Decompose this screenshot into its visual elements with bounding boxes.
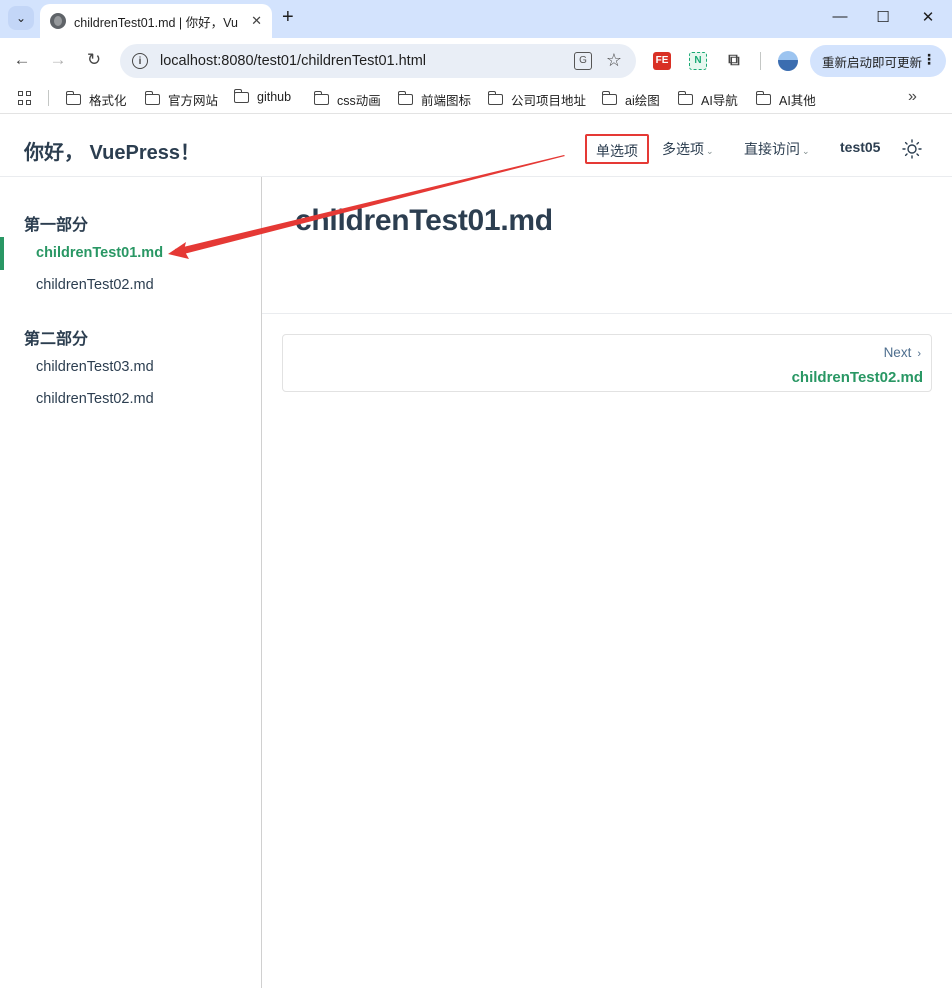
folder-icon (487, 91, 503, 105)
sidebar: 第一部分 childrenTest01.md childrenTest02.md… (0, 177, 262, 988)
bookmark-label: AI其他 (779, 94, 816, 108)
bookmark-item[interactable]: ai绘图 (601, 90, 660, 109)
n-extension-icon[interactable]: N (689, 52, 707, 70)
next-label-text: Next (883, 345, 912, 360)
bookmark-item[interactable]: css动画 (313, 90, 381, 109)
extensions-puzzle-icon[interactable]: ⧉ (725, 52, 743, 70)
theme-toggle-sun-icon[interactable] (902, 139, 922, 159)
nav-item-single[interactable]: 单选项 (585, 134, 649, 164)
site-name[interactable]: 你好， VuePress！ (24, 136, 200, 165)
globe-icon (50, 13, 66, 29)
sidebar-link[interactable]: childrenTest02.md (36, 277, 154, 293)
profile-avatar[interactable] (778, 51, 798, 71)
bookmark-label: css动画 (337, 94, 381, 108)
tab-title: childrenTest01.md | 你好，Vu (74, 15, 238, 30)
nav-item-label: 直接访问 (744, 141, 800, 157)
bookmark-item[interactable]: github (233, 88, 292, 104)
address-bar[interactable]: i localhost:8080/test01/childrenTest01.h… (120, 44, 636, 78)
bookmark-label: 格式化 (89, 94, 127, 108)
bookmarks-divider (48, 90, 49, 106)
sidebar-active-indicator (0, 237, 4, 270)
bookmark-label: 官方网站 (168, 94, 219, 108)
bookmark-item[interactable]: 前端图标 (397, 90, 472, 109)
content-divider (262, 313, 952, 314)
site-info-icon[interactable]: i (132, 53, 148, 69)
sidebar-link-active[interactable]: childrenTest01.md (36, 245, 163, 261)
folder-icon (313, 91, 329, 105)
sidebar-group-title[interactable]: 第二部分 (24, 325, 88, 349)
bookmarks-bar: 格式化 官方网站 github css动画 前端图标 公司项目地址 ai绘图 A… (0, 84, 952, 114)
next-page-card[interactable]: Next › childrenTest02.md (282, 334, 932, 392)
folder-icon (601, 91, 617, 105)
toolbar-divider (760, 52, 761, 70)
next-label: Next › (884, 345, 921, 360)
folder-icon (677, 91, 693, 105)
fe-extension-icon[interactable]: FE (653, 52, 671, 70)
folder-icon (65, 91, 81, 105)
nav-item-direct-dropdown[interactable]: 直接访问 ⌄ (744, 139, 810, 159)
tab-search-button[interactable]: ⌄ (8, 6, 34, 30)
bookmark-label: ai绘图 (625, 94, 660, 108)
bookmark-label: 公司项目地址 (511, 94, 587, 108)
back-arrow-icon[interactable]: ← (11, 50, 33, 70)
chevron-down-icon: ⌄ (706, 146, 714, 156)
browser-tab[interactable]: childrenTest01.md | 你好，Vu ✕ (40, 4, 272, 38)
bookmark-star-icon[interactable]: ☆ (606, 50, 622, 71)
sidebar-group-title[interactable]: 第一部分 (24, 211, 88, 235)
sidebar-link[interactable]: childrenTest02.md (36, 391, 154, 407)
nav-item-label: 多选项 (662, 141, 704, 157)
tab-close-icon[interactable]: ✕ (251, 13, 262, 29)
bookmark-label: 前端图标 (421, 94, 472, 108)
more-vert-icon[interactable]: ⋮ (922, 51, 936, 68)
apps-grid-icon[interactable] (18, 91, 32, 105)
next-page-link[interactable]: childrenTest02.md (792, 369, 923, 386)
page-title: childrenTest01.md (295, 204, 553, 237)
folder-icon (233, 88, 249, 103)
new-tab-button[interactable]: + (282, 7, 294, 27)
maximize-icon[interactable]: ☐ (873, 8, 893, 26)
minimize-icon[interactable]: — (830, 8, 850, 25)
sidebar-link[interactable]: childrenTest03.md (36, 359, 154, 375)
url-text[interactable]: localhost:8080/test01/childrenTest01.htm… (160, 53, 426, 69)
page-content: childrenTest01.md Next › childrenTest02.m… (262, 177, 952, 988)
bookmark-label: github (257, 90, 292, 104)
translate-icon[interactable]: G (574, 52, 592, 70)
close-window-icon[interactable]: ✕ (918, 8, 938, 26)
bookmark-item[interactable]: 公司项目地址 (487, 90, 587, 109)
chevron-down-icon: ⌄ (15, 11, 27, 25)
bookmark-item[interactable]: 官方网站 (144, 90, 219, 109)
browser-toolbar: ← → ↻ i localhost:8080/test01/childrenTe… (0, 38, 952, 84)
bookmark-item[interactable]: AI导航 (677, 90, 738, 109)
bookmark-label: AI导航 (701, 94, 738, 108)
update-button-label: 重新启动即可更新 (822, 55, 923, 70)
site-navbar: 你好， VuePress！ 单选项 多选项 ⌄ 直接访问 ⌄ test05 (0, 119, 952, 177)
nav-item-label: 单选项 (596, 143, 638, 159)
forward-arrow-icon[interactable]: → (47, 50, 69, 70)
chevron-down-icon: ⌄ (802, 146, 810, 156)
bookmark-item[interactable]: 格式化 (65, 90, 127, 109)
nav-item-test05[interactable]: test05 (840, 139, 880, 155)
bookmarks-overflow-icon[interactable]: » (908, 88, 917, 106)
nav-item-multi-dropdown[interactable]: 多选项 ⌄ (662, 139, 714, 159)
folder-icon (144, 91, 160, 105)
nav-item-label: test05 (840, 139, 881, 155)
bookmark-item[interactable]: AI其他 (755, 90, 816, 109)
reload-icon[interactable]: ↻ (83, 50, 105, 70)
update-button[interactable]: 重新启动即可更新 ⋮ (810, 45, 946, 77)
chevron-right-icon: › (917, 348, 921, 360)
folder-icon (755, 91, 771, 105)
folder-icon (397, 91, 413, 105)
tab-strip: ⌄ childrenTest01.md | 你好，Vu ✕ + — ☐ ✕ (0, 0, 952, 38)
